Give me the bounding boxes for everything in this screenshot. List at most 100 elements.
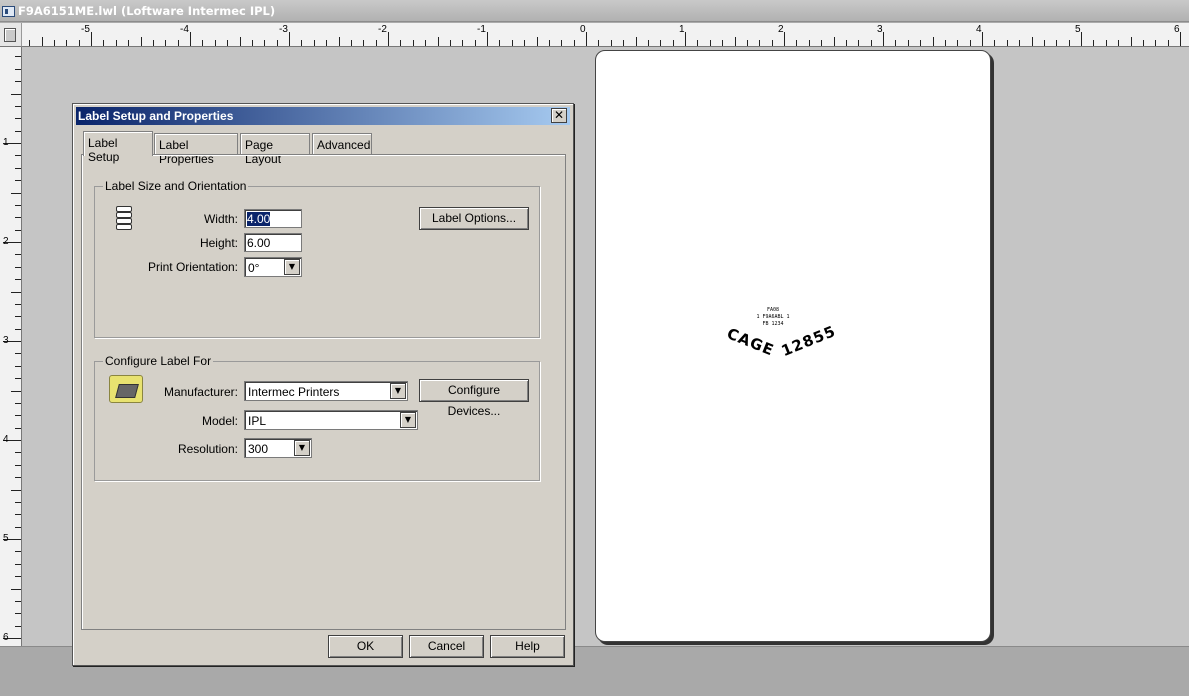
ruler-label: 3	[3, 335, 9, 346]
ruler-tick	[190, 32, 191, 46]
ruler-tick	[227, 40, 228, 46]
ruler-tick	[586, 32, 587, 46]
ruler-tick	[994, 40, 995, 46]
ruler-tick	[499, 40, 500, 46]
ruler-tick	[413, 40, 414, 46]
ruler-tick	[165, 40, 166, 46]
ruler-tick	[15, 551, 21, 552]
configure-devices-button[interactable]: Configure Devices...	[419, 379, 529, 418]
ruler-tick	[15, 81, 21, 82]
ruler-label: 4	[3, 434, 9, 445]
ruler-tick	[759, 40, 760, 46]
label-options-button[interactable]: Label Options...	[419, 207, 529, 230]
ruler-tick	[252, 40, 253, 46]
ruler-tick	[549, 40, 550, 46]
ruler-tick	[15, 378, 21, 379]
ruler-tick	[809, 40, 810, 46]
label-small-text[interactable]: FA08 1 F9A6ABL 1 FB 1234	[748, 307, 798, 328]
ruler-tick	[178, 40, 179, 46]
ruler-tick	[710, 40, 711, 46]
ruler-tick	[784, 32, 785, 46]
ruler-tick	[15, 155, 21, 156]
ruler-tick	[722, 40, 723, 46]
ruler-label: 1	[3, 137, 9, 148]
ruler-tick	[15, 601, 21, 602]
close-icon: ✕	[553, 108, 565, 122]
window-title: F9A6151ME.lwl (Loftware Intermec IPL)	[18, 4, 276, 18]
ruler-tick	[1069, 40, 1070, 46]
ruler-tick	[1093, 40, 1094, 46]
ruler-tick	[15, 267, 21, 268]
close-button[interactable]: ✕	[551, 108, 567, 123]
ruler-tick	[697, 40, 698, 46]
tab-page-layout[interactable]: Page Layout	[240, 133, 310, 166]
ruler-tick	[957, 40, 958, 46]
ruler-tick	[15, 180, 21, 181]
ruler-tick	[11, 193, 21, 194]
ruler-tick	[425, 40, 426, 46]
ruler-tick	[1168, 40, 1169, 46]
ruler-corner	[0, 23, 22, 47]
ruler-corner-button[interactable]	[4, 28, 16, 42]
ruler-tick	[79, 40, 80, 46]
label-preview[interactable]: FA08 1 F9A6ABL 1 FB 1234 CAGE 12855	[595, 50, 991, 642]
ruler-tick	[11, 94, 21, 95]
cancel-button[interactable]: Cancel	[409, 635, 484, 658]
ruler-tick	[264, 40, 265, 46]
ruler-label: 5	[1075, 24, 1081, 35]
ruler-tick	[1106, 40, 1107, 46]
ruler-tick	[15, 626, 21, 627]
ruler-label: -1	[477, 24, 486, 35]
tab-label-properties[interactable]: Label Properties	[154, 133, 238, 166]
ruler-tick	[895, 40, 896, 46]
group-title: Label Size and Orientation	[103, 179, 249, 193]
ruler-tick	[15, 217, 21, 218]
ruler-tick	[537, 37, 538, 46]
ruler-tick	[908, 40, 909, 46]
ruler-label: -4	[180, 24, 189, 35]
ruler-tick	[15, 131, 21, 132]
ruler-label: 1	[679, 24, 685, 35]
ruler-label: 6	[3, 632, 9, 643]
ruler-tick	[202, 40, 203, 46]
tab-advanced[interactable]: Advanced	[312, 133, 372, 155]
ruler-tick	[15, 106, 21, 107]
ruler-tick	[524, 40, 525, 46]
ruler-tick	[400, 40, 401, 46]
ruler-tick	[834, 37, 835, 46]
app-icon	[2, 6, 15, 17]
dialog-titlebar[interactable]: Label Setup and Properties ✕	[76, 107, 570, 125]
ruler-tick	[15, 477, 21, 478]
ruler-tick	[821, 40, 822, 46]
ruler-tick	[1056, 40, 1057, 46]
ruler-tick	[450, 40, 451, 46]
ruler-tick	[15, 576, 21, 577]
ruler-tick	[735, 37, 736, 46]
label-text-line[interactable]: 1 F9A6ABL 1	[748, 314, 798, 321]
ruler-tick	[623, 40, 624, 46]
ruler-tick	[15, 415, 21, 416]
ruler-label: 3	[877, 24, 883, 35]
ruler-label: 0	[580, 24, 586, 35]
ruler-tick	[15, 465, 21, 466]
ruler-tick	[153, 40, 154, 46]
ruler-tick	[15, 502, 21, 503]
ruler-tick	[1019, 40, 1020, 46]
ruler-tick	[747, 40, 748, 46]
ruler-tick	[660, 40, 661, 46]
help-button[interactable]: Help	[490, 635, 565, 658]
ok-button[interactable]: OK	[328, 635, 403, 658]
label-cage-text[interactable]: CAGE	[724, 324, 776, 359]
label-text-line[interactable]: FA08	[748, 307, 798, 314]
ruler-label: -5	[81, 24, 90, 35]
ruler-tick	[15, 428, 21, 429]
ruler-tick	[15, 69, 21, 70]
ruler-tick	[66, 40, 67, 46]
label-text-line[interactable]: FB 1234	[748, 321, 798, 328]
ruler-tick	[15, 527, 21, 528]
ruler-tick	[611, 40, 612, 46]
ruler-tick	[15, 564, 21, 565]
ruler-label: 5	[3, 533, 9, 544]
ruler-tick	[1155, 40, 1156, 46]
tab-label-setup[interactable]: Label Setup	[83, 131, 153, 164]
